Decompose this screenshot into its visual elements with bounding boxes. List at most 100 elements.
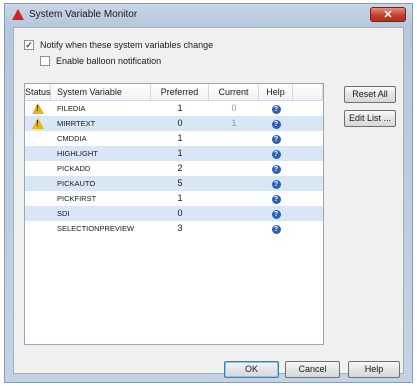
table-row[interactable]: SDI 0? (25, 206, 323, 221)
preferred-value[interactable]: 5 (151, 176, 209, 191)
help-cell: ? (259, 191, 293, 206)
help-info-icon[interactable]: ? (271, 225, 281, 234)
variable-name: HIGHLIGHT (57, 149, 98, 158)
notify-option[interactable]: ✓ Notify when these system variables cha… (24, 38, 213, 51)
table-row[interactable]: MIRRTEXT 0 1? (25, 116, 323, 131)
cancel-button[interactable]: Cancel (285, 361, 340, 378)
help-info-icon[interactable]: ? (271, 135, 281, 144)
balloon-checkbox[interactable] (40, 55, 50, 66)
close-button[interactable]: ✕ (370, 7, 406, 22)
variable-name: FILEDIA (57, 104, 86, 113)
help-button[interactable]: Help (348, 361, 400, 378)
current-value (209, 161, 259, 176)
warning-icon (32, 118, 44, 129)
preferred-value[interactable]: 2 (151, 161, 209, 176)
autocad-logo-icon (12, 9, 24, 20)
status-cell (25, 161, 51, 176)
status-cell (25, 221, 51, 236)
row-filler (293, 161, 323, 176)
notify-label: Notify when these system variables chang… (40, 39, 214, 50)
preferred-value[interactable]: 1 (151, 146, 209, 161)
current-value (209, 191, 259, 206)
table-row[interactable]: PICKADD 2? (25, 161, 323, 176)
table-row[interactable]: SELECTIONPREVIEW 3? (25, 221, 323, 236)
row-filler (293, 116, 323, 131)
balloon-option[interactable]: Enable balloon notification (40, 54, 161, 67)
edit-list-button[interactable]: Edit List ... (344, 110, 396, 127)
variable-name: PICKFIRST (57, 194, 97, 203)
row-filler (293, 131, 323, 146)
column-status[interactable]: Status (25, 84, 51, 100)
help-cell: ? (259, 206, 293, 221)
preferred-value[interactable]: 3 (151, 221, 209, 236)
row-filler (293, 146, 323, 161)
preferred-value[interactable]: 1 (151, 131, 209, 146)
variable-name: SDI (57, 209, 70, 218)
title-bar[interactable]: System Variable Monitor ✕ (5, 4, 412, 26)
grid-header: Status System Variable Preferred Current… (25, 84, 323, 101)
current-value: 1 (231, 118, 237, 128)
table-row[interactable]: HIGHLIGHT 1? (25, 146, 323, 161)
help-info-icon[interactable]: ? (271, 150, 281, 159)
header-filler (293, 84, 323, 100)
help-info-icon[interactable]: ? (271, 165, 281, 174)
notify-checkbox[interactable]: ✓ (24, 39, 34, 50)
help-cell: ? (259, 146, 293, 161)
column-variable[interactable]: System Variable (51, 84, 151, 100)
status-cell (25, 131, 51, 146)
help-cell: ? (259, 161, 293, 176)
status-cell (25, 101, 51, 116)
balloon-label: Enable balloon notification (56, 55, 162, 66)
help-cell: ? (259, 221, 293, 236)
help-info-icon[interactable]: ? (271, 120, 281, 129)
status-cell (25, 191, 51, 206)
help-info-icon[interactable]: ? (271, 195, 281, 204)
reset-all-button[interactable]: Reset All (344, 86, 396, 103)
table-row[interactable]: CMDDIA 1? (25, 131, 323, 146)
variable-name: PICKAUTO (57, 179, 96, 188)
window-title: System Variable Monitor (29, 9, 138, 20)
help-info-icon[interactable]: ? (271, 105, 281, 114)
status-cell (25, 116, 51, 131)
row-filler (293, 101, 323, 116)
table-row[interactable]: FILEDIA 1 0? (25, 101, 323, 116)
current-value (209, 221, 259, 236)
system-variable-monitor-dialog: System Variable Monitor ✕ ✓ Notify when … (4, 3, 413, 383)
help-cell: ? (259, 101, 293, 116)
variable-name: SELECTIONPREVIEW (57, 224, 135, 233)
row-filler (293, 221, 323, 236)
ok-button[interactable]: OK (224, 361, 279, 378)
help-cell: ? (259, 116, 293, 131)
current-value (209, 176, 259, 191)
table-row[interactable]: PICKFIRST 1? (25, 191, 323, 206)
preferred-value[interactable]: 1 (151, 101, 209, 116)
help-cell: ? (259, 176, 293, 191)
variable-name: MIRRTEXT (57, 119, 96, 128)
column-current[interactable]: Current (209, 84, 259, 100)
status-cell (25, 146, 51, 161)
help-info-icon[interactable]: ? (271, 210, 281, 219)
row-filler (293, 206, 323, 221)
current-value: 0 (231, 103, 237, 113)
row-filler (293, 191, 323, 206)
current-value (209, 146, 259, 161)
variable-grid[interactable]: Status System Variable Preferred Current… (24, 83, 324, 345)
warning-icon (32, 103, 44, 114)
column-help[interactable]: Help (259, 84, 293, 100)
help-info-icon[interactable]: ? (271, 180, 281, 189)
preferred-value[interactable]: 0 (151, 206, 209, 221)
status-cell (25, 206, 51, 221)
current-value (209, 206, 259, 221)
variable-name: PICKADD (57, 164, 91, 173)
preferred-value[interactable]: 1 (151, 191, 209, 206)
grid-rows: FILEDIA10?MIRRTEXT01?CMDDIA1?HIGHLIGHT1?… (25, 101, 323, 236)
help-cell: ? (259, 131, 293, 146)
status-cell (25, 176, 51, 191)
current-value (209, 131, 259, 146)
table-row[interactable]: PICKAUTO 5? (25, 176, 323, 191)
preferred-value[interactable]: 0 (151, 116, 209, 131)
variable-name: CMDDIA (57, 134, 87, 143)
row-filler (293, 176, 323, 191)
dialog-body: ✓ Notify when these system variables cha… (13, 27, 404, 378)
column-preferred[interactable]: Preferred (151, 84, 209, 100)
